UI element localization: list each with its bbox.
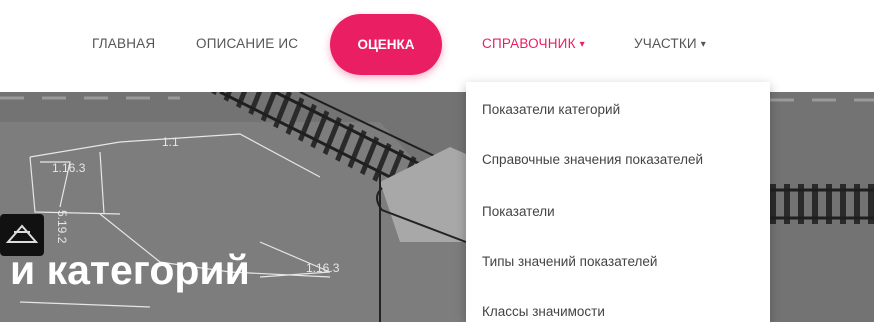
railway-horizontal — [770, 184, 874, 224]
nav-reference-dropdown[interactable]: СПРАВОЧНИК ▾ — [482, 36, 585, 51]
nav-description[interactable]: ОПИСАНИЕ ИС — [196, 36, 298, 51]
dropdown-item-significance-classes[interactable]: Классы значимости — [482, 304, 605, 319]
diagram-label: 5.19.2 — [55, 210, 69, 244]
dropdown-item-category-indicators[interactable]: Показатели категорий — [482, 102, 620, 117]
chevron-down-icon: ▾ — [579, 39, 585, 50]
dropdown-item-indicators[interactable]: Показатели — [482, 204, 555, 219]
nav-sections-label: УЧАСТКИ — [634, 36, 697, 51]
diagram-label: 1.16.3 — [306, 261, 340, 275]
dropdown-item-reference-values[interactable]: Справочные значения показателей — [482, 152, 703, 167]
nav-reference-label: СПРАВОЧНИК — [482, 36, 576, 51]
diagram-label: 1.16.3 — [52, 161, 86, 175]
chevron-down-icon: ▾ — [700, 39, 707, 50]
dropdown-item-indicator-value-types[interactable]: Типы значений показателей — [482, 254, 657, 269]
nav-home[interactable]: ГЛАВНАЯ — [92, 36, 155, 51]
reference-dropdown-menu: Показатели категорий Справочные значения… — [466, 82, 770, 322]
nav-assessment-label: ОЦЕНКА — [357, 37, 415, 52]
nav-assessment-button[interactable]: ОЦЕНКА — [330, 14, 442, 75]
top-navbar: ГЛАВНАЯ ОПИСАНИЕ ИС ОЦЕНКА СПРАВОЧНИК ▾ У… — [0, 0, 874, 92]
hero-title: и категорий — [10, 247, 250, 293]
diagram-label: 1.1 — [162, 135, 179, 149]
nav-sections-dropdown[interactable]: УЧАСТКИ ▾ — [634, 36, 706, 51]
